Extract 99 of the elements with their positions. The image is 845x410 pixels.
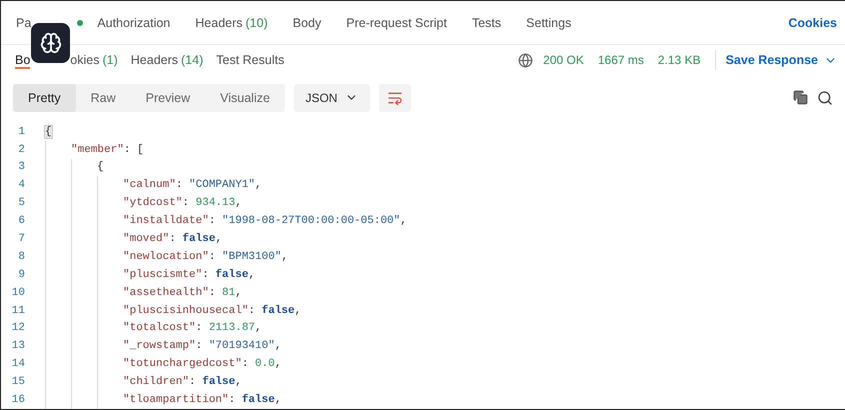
json-key: "ytdcost" xyxy=(123,197,182,210)
line-number: 3 xyxy=(17,161,26,174)
json-key: "assethealth" xyxy=(123,286,209,299)
line-number: 14 xyxy=(10,358,26,370)
json-value: false xyxy=(202,376,236,388)
json-value: "70193410" xyxy=(208,340,275,352)
json-punctuation: : xyxy=(182,197,190,210)
line-number: 9 xyxy=(17,268,26,281)
wrap-lines-button[interactable] xyxy=(378,84,411,112)
line-number: 5 xyxy=(17,197,26,210)
json-punctuation: , xyxy=(255,179,262,192)
response-tab[interactable]: okies (1) xyxy=(70,51,118,69)
response-tab[interactable]: Headers (14) xyxy=(130,51,204,69)
json-punctuation: { xyxy=(97,161,104,174)
json-punctuation: : xyxy=(208,250,216,263)
line-number: 1 xyxy=(17,126,26,138)
json-key: "pluscismte" xyxy=(123,268,202,281)
json-key: "tloampartition" xyxy=(123,394,229,406)
json-punctuation: , xyxy=(400,215,407,228)
json-punctuation: : xyxy=(176,179,184,192)
json-value: 81 xyxy=(222,286,236,299)
view-mode-tab[interactable]: Raw xyxy=(76,84,131,112)
view-mode-tab[interactable]: Visualize xyxy=(205,84,285,112)
json-value: "COMPANY1" xyxy=(189,179,256,192)
json-key: "children" xyxy=(123,376,190,388)
json-punctuation: , xyxy=(215,233,222,246)
json-punctuation: : [ xyxy=(124,144,144,156)
json-punctuation: , xyxy=(274,358,282,370)
json-punctuation: : xyxy=(196,322,204,334)
request-tab[interactable]: Pre-request Script xyxy=(346,14,447,32)
view-mode-tab[interactable]: Pretty xyxy=(13,84,76,112)
line-number: 11 xyxy=(10,304,26,317)
wrap-icon xyxy=(386,90,403,106)
json-punctuation: : xyxy=(202,268,210,281)
search-icon[interactable] xyxy=(817,90,833,106)
json-punctuation: , xyxy=(274,340,282,352)
json-key: "installdate" xyxy=(123,215,209,228)
json-key: "newlocation" xyxy=(123,250,209,263)
line-number: 8 xyxy=(17,250,26,263)
json-punctuation: , xyxy=(235,197,242,210)
request-tab[interactable]: Tests xyxy=(472,14,502,32)
json-key: "totalcost" xyxy=(123,322,196,334)
json-key: "totunchargedcost" xyxy=(123,358,242,370)
json-value: "BPM3100" xyxy=(222,250,282,263)
request-tab[interactable]: Body xyxy=(292,14,322,32)
format-dropdown[interactable]: JSON xyxy=(294,84,370,112)
request-tab[interactable]: Headers (10) xyxy=(195,14,268,32)
brain-icon xyxy=(40,32,62,54)
request-tab[interactable]: Authorization xyxy=(97,14,170,32)
extension-badge[interactable] xyxy=(31,23,70,63)
json-key: "pluscisinhousecal" xyxy=(123,304,248,317)
status-code: 200 OK xyxy=(543,53,584,67)
line-number: 4 xyxy=(17,179,26,192)
line-number: 13 xyxy=(10,340,26,352)
json-value: false xyxy=(262,304,295,317)
json-value: false xyxy=(242,394,275,406)
copy-icon[interactable] xyxy=(793,90,808,106)
json-punctuation: { xyxy=(45,126,52,138)
json-value: false xyxy=(215,268,248,281)
request-tab[interactable]: Pa xyxy=(16,14,32,32)
request-tab[interactable]: Settings xyxy=(526,14,572,32)
json-punctuation: : xyxy=(208,286,216,299)
json-value: 934.13 xyxy=(196,197,236,210)
json-key: "member" xyxy=(71,144,124,156)
line-number: 16 xyxy=(10,394,26,406)
json-key: "calnum" xyxy=(123,179,176,192)
response-time: 1667 ms xyxy=(598,53,644,67)
json-value: 2113.87 xyxy=(208,322,256,334)
json-punctuation: : xyxy=(196,340,204,352)
json-punctuation: : xyxy=(208,215,216,228)
json-punctuation: , xyxy=(235,376,242,388)
json-punctuation: , xyxy=(294,304,302,317)
json-punctuation: : xyxy=(169,233,177,246)
json-punctuation: : xyxy=(228,394,236,406)
json-value: false xyxy=(182,233,216,246)
json-key: "_rowstamp" xyxy=(123,340,196,352)
json-punctuation: , xyxy=(255,322,262,334)
json-value: "1998-08-27T00:00:00-05:00" xyxy=(222,215,400,228)
line-number: 10 xyxy=(10,286,26,299)
response-size: 2.13 KB xyxy=(658,53,701,67)
json-punctuation: , xyxy=(274,394,282,406)
line-number: 7 xyxy=(17,233,26,246)
json-punctuation: , xyxy=(281,250,288,263)
json-punctuation: , xyxy=(248,268,256,281)
json-punctuation: : xyxy=(248,304,256,317)
line-number: 2 xyxy=(17,144,26,156)
json-value: 0.0 xyxy=(255,358,275,370)
view-mode-tab[interactable]: Preview xyxy=(130,84,206,112)
line-number: 6 xyxy=(17,215,26,228)
globe-icon[interactable] xyxy=(518,52,534,68)
json-key: "moved" xyxy=(123,233,170,246)
json-punctuation: , xyxy=(235,286,242,299)
response-tab[interactable]: Test Results xyxy=(216,51,284,69)
save-response-button[interactable]: Save Response xyxy=(726,53,837,67)
line-number: 12 xyxy=(10,322,26,334)
json-punctuation: : xyxy=(242,358,250,370)
json-punctuation: : xyxy=(189,376,197,388)
cookies-link[interactable]: Cookies xyxy=(788,16,837,30)
line-number: 15 xyxy=(10,376,26,388)
